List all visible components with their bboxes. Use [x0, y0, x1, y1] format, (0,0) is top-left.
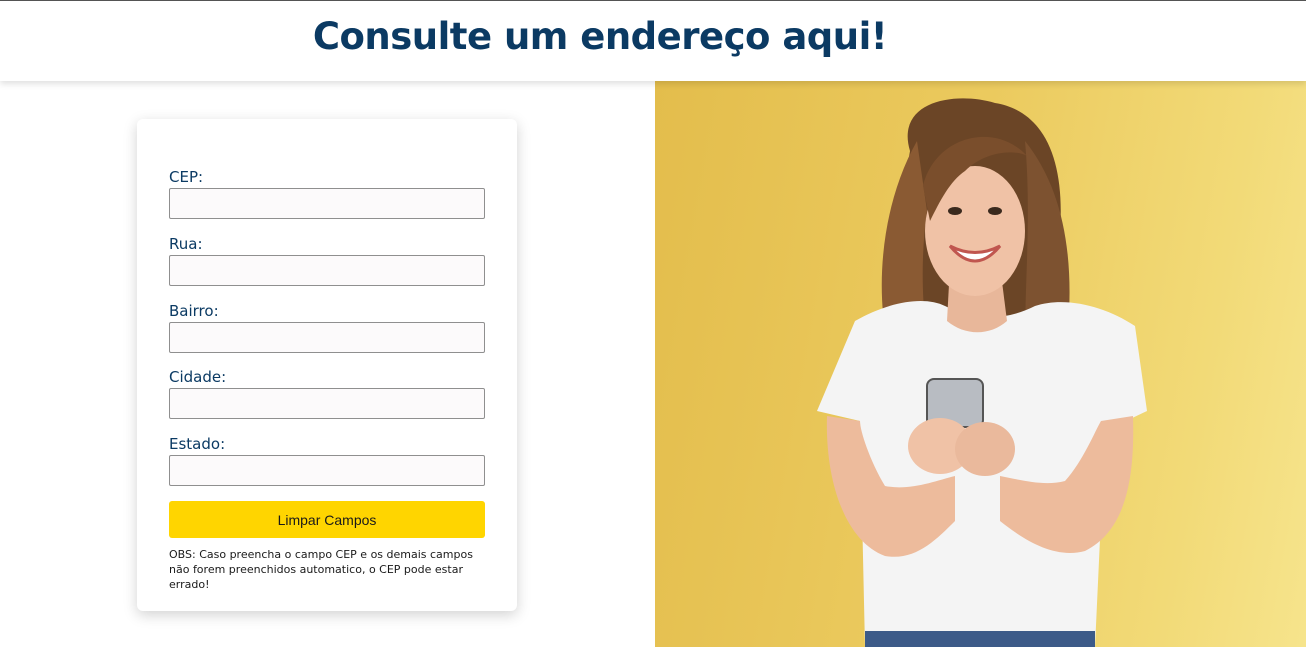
bairro-input[interactable] — [169, 322, 485, 353]
estado-input[interactable] — [169, 455, 485, 486]
estado-label: Estado: — [169, 435, 226, 453]
page-header: Consulte um endereço aqui! — [0, 1, 1306, 81]
clear-fields-button[interactable]: Limpar Campos — [169, 501, 485, 538]
estado-field-group: Estado: — [169, 435, 485, 486]
cep-label: CEP: — [169, 168, 204, 186]
bairro-field-group: Bairro: — [169, 302, 485, 353]
page-title: Consulte um endereço aqui! — [312, 15, 888, 58]
cidade-field-group: Cidade: — [169, 368, 485, 419]
woman-with-phone-illustration — [817, 98, 1147, 647]
rua-input[interactable] — [169, 255, 485, 286]
cidade-label: Cidade: — [169, 368, 227, 386]
cep-field-group: CEP: — [169, 168, 485, 219]
rua-field-group: Rua: — [169, 235, 485, 286]
bairro-label: Bairro: — [169, 302, 219, 320]
cep-note: OBS: Caso preencha o campo CEP e os dema… — [169, 548, 473, 591]
cep-input[interactable] — [169, 188, 485, 219]
rua-label: Rua: — [169, 235, 203, 253]
cidade-input[interactable] — [169, 388, 485, 419]
hero-photo — [655, 81, 1306, 647]
address-form-card: CEP: Rua: Bairro: Cidade: Estado: Limpar… — [137, 119, 517, 611]
